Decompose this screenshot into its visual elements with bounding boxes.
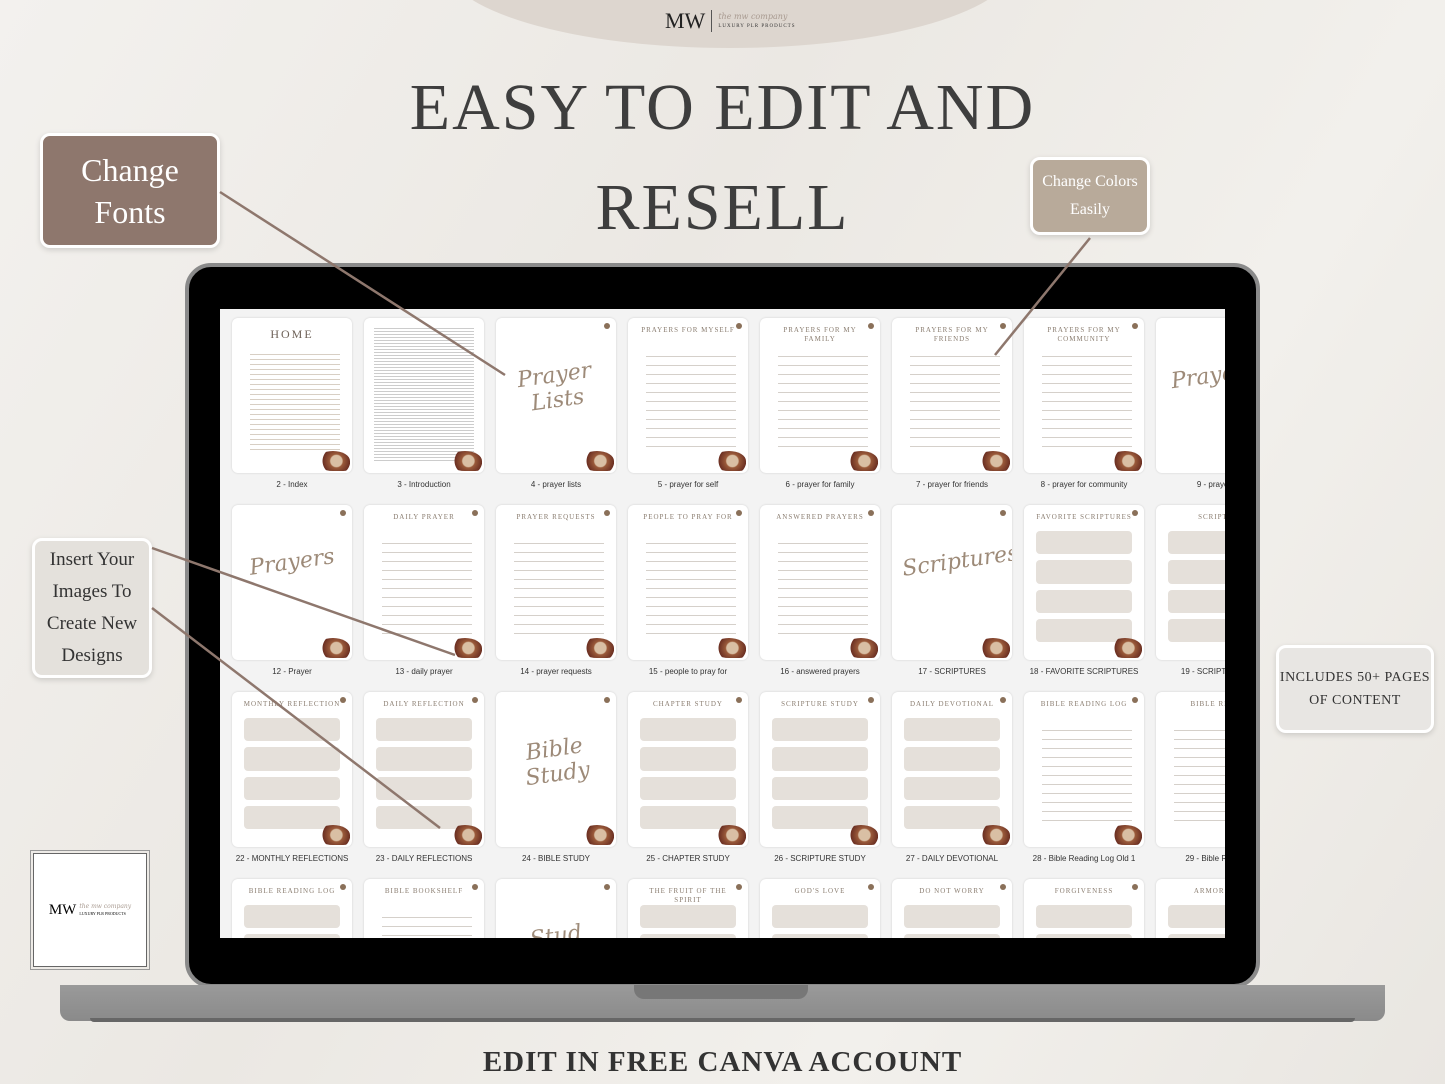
brand-logo-box: MW the mw company LUXURY PLR PRODUCTS <box>30 850 150 970</box>
arrow-colors <box>994 237 1091 356</box>
footer-text: EDIT IN FREE CANVA ACCOUNT <box>482 1046 963 1078</box>
arrows <box>151 190 1091 829</box>
brand-tagline: the mw company <box>79 903 132 910</box>
arrow-images-1 <box>151 546 456 657</box>
arrow-images-2 <box>151 607 441 829</box>
arrow-fonts <box>219 190 506 377</box>
